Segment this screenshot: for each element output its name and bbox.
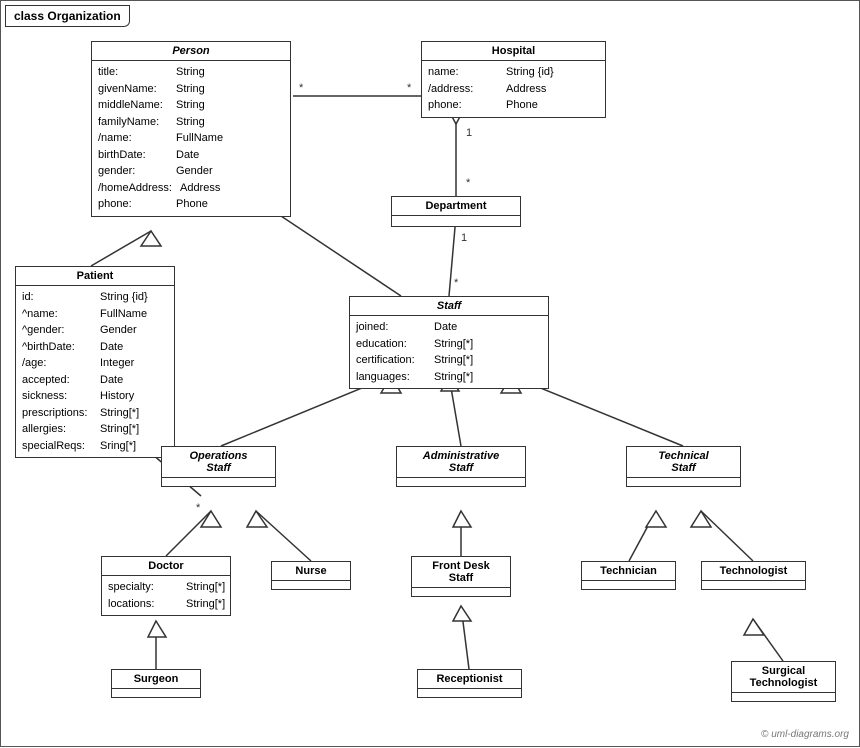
class-person: Person title:String givenName:String mid… [91,41,291,217]
class-surgical-tech: SurgicalTechnologist [731,661,836,702]
svg-text:1: 1 [461,232,467,244]
class-surgical-tech-body [732,693,835,701]
svg-text:*: * [466,177,471,189]
class-technologist-body [702,581,805,589]
class-admin-staff: AdministrativeStaff [396,446,526,487]
diagram-title: class Organization [5,5,130,27]
class-technician-header: Technician [582,562,675,581]
class-receptionist: Receptionist [417,669,522,698]
svg-text:*: * [454,277,459,289]
class-department: Department [391,196,521,227]
class-receptionist-header: Receptionist [418,670,521,689]
class-ops-staff-header: OperationsStaff [162,447,275,478]
class-doctor: Doctor specialty:String[*] locations:Str… [101,556,231,616]
uml-diagram: class Organization * * 1 * 1 * * * [0,0,860,747]
class-technician: Technician [581,561,676,590]
class-patient-header: Patient [16,267,174,286]
class-technologist: Technologist [701,561,806,590]
class-department-body [392,216,520,226]
class-technologist-header: Technologist [702,562,805,581]
class-patient: Patient id:String {id} ^name:FullName ^g… [15,266,175,458]
class-nurse: Nurse [271,561,351,590]
class-ops-staff-body [162,478,275,486]
class-patient-body: id:String {id} ^name:FullName ^gender:Ge… [16,286,174,457]
class-technician-body [582,581,675,589]
class-doctor-header: Doctor [102,557,230,576]
svg-text:*: * [299,82,304,94]
class-tech-staff-body [627,478,740,486]
svg-text:*: * [407,82,412,94]
class-nurse-header: Nurse [272,562,350,581]
class-receptionist-body [418,689,521,697]
class-hospital-body: name:String {id} /address:Address phone:… [422,61,605,117]
class-surgeon-body [112,689,200,697]
class-doctor-body: specialty:String[*] locations:String[*] [102,576,230,615]
class-staff-header: Staff [350,297,548,316]
class-surgeon-header: Surgeon [112,670,200,689]
class-person-body: title:String givenName:String middleName… [92,61,290,216]
class-hospital: Hospital name:String {id} /address:Addre… [421,41,606,118]
class-surgical-tech-header: SurgicalTechnologist [732,662,835,693]
watermark: © uml-diagrams.org [761,729,849,740]
class-staff-body: joined:Date education:String[*] certific… [350,316,548,388]
svg-text:*: * [196,502,201,514]
class-admin-staff-header: AdministrativeStaff [397,447,525,478]
class-frontdesk: Front DeskStaff [411,556,511,597]
class-ops-staff: OperationsStaff [161,446,276,487]
class-department-header: Department [392,197,520,216]
class-frontdesk-header: Front DeskStaff [412,557,510,588]
class-nurse-body [272,581,350,589]
class-admin-staff-body [397,478,525,486]
class-surgeon: Surgeon [111,669,201,698]
class-tech-staff: TechnicalStaff [626,446,741,487]
class-frontdesk-body [412,588,510,596]
class-person-header: Person [92,42,290,61]
class-tech-staff-header: TechnicalStaff [627,447,740,478]
svg-text:1: 1 [466,127,472,139]
class-staff: Staff joined:Date education:String[*] ce… [349,296,549,389]
class-hospital-header: Hospital [422,42,605,61]
